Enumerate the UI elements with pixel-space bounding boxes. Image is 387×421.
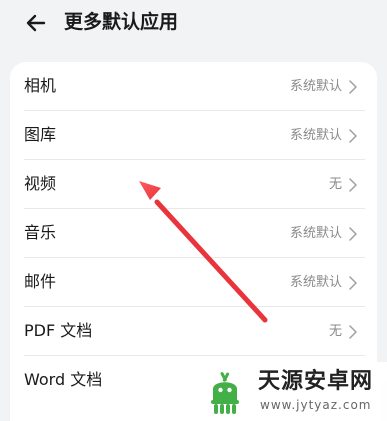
list-item-label: 图库	[24, 125, 57, 144]
list-item-label: Word 文档	[24, 370, 103, 389]
chevron-right-icon	[349, 129, 357, 143]
list-item-value: 系统默认	[289, 226, 342, 241]
list-item-label: 邮件	[24, 272, 57, 291]
default-apps-list: 相机 系统默认 图库 系统默认 视频 无 音乐 系统默认 邮件 系统默认 PDF…	[10, 62, 377, 405]
list-item-camera[interactable]: 相机 系统默认	[10, 62, 377, 111]
list-item-value: 系统默认	[289, 275, 342, 290]
list-item-gallery[interactable]: 图库 系统默认	[10, 111, 377, 160]
watermark: 天源安卓网 www.jytyaz.com	[194, 362, 387, 421]
chevron-right-icon	[349, 227, 357, 241]
page-title: 更多默认应用	[64, 11, 179, 33]
arrow-left-icon	[22, 8, 52, 38]
list-item-music[interactable]: 音乐 系统默认	[10, 209, 377, 258]
chevron-right-icon	[349, 276, 357, 290]
list-item-label: 音乐	[24, 223, 57, 242]
list-item-label: PDF 文档	[24, 321, 93, 340]
back-button[interactable]	[22, 8, 52, 38]
watermark-url: www.jytyaz.com	[260, 398, 372, 412]
watermark-title: 天源安卓网	[258, 369, 374, 394]
list-item-pdf[interactable]: PDF 文档 无	[10, 307, 377, 356]
list-item-video[interactable]: 视频 无	[10, 160, 377, 209]
list-item-value: 系统默认	[289, 79, 342, 94]
list-item-value: 系统默认	[289, 128, 342, 143]
list-item-label: 视频	[24, 174, 57, 193]
list-item-value: 无	[328, 177, 342, 192]
chevron-right-icon	[349, 325, 357, 339]
list-item-mail[interactable]: 邮件 系统默认	[10, 258, 377, 307]
chevron-right-icon	[349, 80, 357, 94]
android-logo-icon	[203, 369, 247, 415]
app-header: 更多默认应用	[0, 0, 387, 46]
chevron-right-icon	[349, 178, 357, 192]
list-item-label: 相机	[24, 76, 57, 95]
list-item-value: 无	[328, 324, 342, 339]
